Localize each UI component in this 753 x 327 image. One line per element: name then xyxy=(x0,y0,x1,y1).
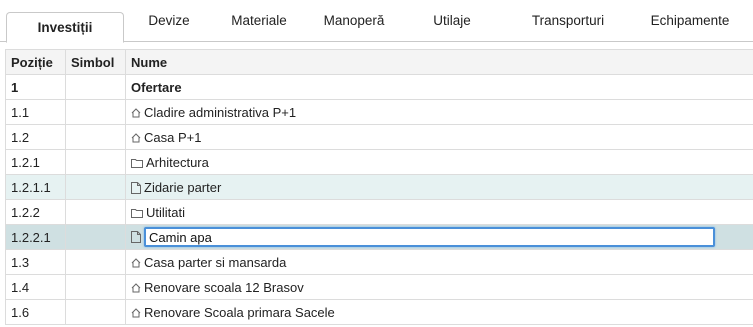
cell-pozitie: 1.2.2.1 xyxy=(5,224,66,250)
cell-pozitie: 1.6 xyxy=(5,299,66,325)
tab-investitii[interactable]: Investiții xyxy=(6,12,124,43)
cell-nume: Renovare scoala 12 Brasov xyxy=(125,274,753,300)
folder-icon xyxy=(131,158,143,169)
investments-table: Poziție Simbol Nume 1 Ofertare 1.1 Cladi… xyxy=(5,49,753,325)
home-icon xyxy=(131,308,141,318)
cell-nume: Utilitati xyxy=(125,199,753,225)
cell-nume: Zidarie parter xyxy=(125,174,753,200)
cell-simbol xyxy=(65,174,126,200)
table-header-row: Poziție Simbol Nume xyxy=(5,49,753,75)
cell-pozitie: 1 xyxy=(5,74,66,100)
table-row[interactable]: 1.2 Casa P+1 xyxy=(5,124,753,150)
home-icon xyxy=(131,133,141,143)
cell-pozitie: 1.2.1 xyxy=(5,149,66,175)
cell-simbol xyxy=(65,299,126,325)
row-name: Utilitati xyxy=(146,204,186,220)
cell-pozitie: 1.4 xyxy=(5,274,66,300)
row-name: Casa P+1 xyxy=(144,129,202,145)
table-row[interactable]: 1.2.1 Arhitectura xyxy=(5,149,753,175)
cell-simbol xyxy=(65,224,126,250)
column-header-nume[interactable]: Nume xyxy=(125,49,753,75)
table-row[interactable]: 1 Ofertare xyxy=(5,74,753,100)
row-name: Arhitectura xyxy=(146,154,209,170)
row-name: Renovare Scoala primara Sacele xyxy=(144,304,335,320)
table-row[interactable]: 1.4 Renovare scoala 12 Brasov xyxy=(5,274,753,300)
cell-simbol xyxy=(65,149,126,175)
tab-echipamente[interactable]: Echipamente xyxy=(636,0,744,42)
cell-nume: Cladire administrativa P+1 xyxy=(125,99,753,125)
cell-pozitie: 1.2 xyxy=(5,124,66,150)
cell-simbol xyxy=(65,274,126,300)
row-name: Casa parter si mansarda xyxy=(144,254,287,270)
tab-utilaje[interactable]: Utilaje xyxy=(404,0,500,42)
cell-nume xyxy=(125,224,753,250)
folder-icon xyxy=(131,208,143,219)
cell-pozitie: 1.2.1.1 xyxy=(5,174,66,200)
column-header-pozitie[interactable]: Poziție xyxy=(5,49,66,75)
cell-pozitie: 1.3 xyxy=(5,249,66,275)
table-row[interactable]: 1.6 Renovare Scoala primara Sacele xyxy=(5,299,753,325)
home-icon xyxy=(131,258,141,268)
row-name: Zidarie parter xyxy=(144,179,222,195)
row-name: Renovare scoala 12 Brasov xyxy=(144,279,304,295)
cell-nume: Renovare Scoala primara Sacele xyxy=(125,299,753,325)
table-row[interactable]: 1.2.2 Utilitati xyxy=(5,199,753,225)
table-row[interactable]: 1.1 Cladire administrativa P+1 xyxy=(5,99,753,125)
home-icon xyxy=(131,108,141,118)
column-header-simbol[interactable]: Simbol xyxy=(65,49,126,75)
tab-transporturi[interactable]: Transporturi xyxy=(500,0,636,42)
tab-manopera[interactable]: Manoperă xyxy=(304,0,404,42)
table-row[interactable]: 1.2.1.1 Zidarie parter xyxy=(5,174,753,200)
table-row[interactable]: 1.3 Casa parter si mansarda xyxy=(5,249,753,275)
cell-pozitie: 1.2.2 xyxy=(5,199,66,225)
tab-materiale[interactable]: Materiale xyxy=(214,0,304,42)
cell-nume: Ofertare xyxy=(125,74,753,100)
home-icon xyxy=(131,283,141,293)
cell-nume: Arhitectura xyxy=(125,149,753,175)
name-edit-input[interactable] xyxy=(144,227,715,247)
row-name: Cladire administrativa P+1 xyxy=(144,104,297,120)
cell-nume: Casa P+1 xyxy=(125,124,753,150)
cell-simbol xyxy=(65,249,126,275)
tab-devize[interactable]: Devize xyxy=(124,0,214,42)
file-icon xyxy=(131,182,141,195)
cell-simbol xyxy=(65,124,126,150)
tab-bar: Investiții Devize Materiale Manoperă Uti… xyxy=(0,0,753,43)
cell-nume: Casa parter si mansarda xyxy=(125,249,753,275)
row-name: Ofertare xyxy=(131,79,182,95)
cell-simbol xyxy=(65,99,126,125)
cell-pozitie: 1.1 xyxy=(5,99,66,125)
file-icon xyxy=(131,231,141,243)
table-row-selected[interactable]: 1.2.2.1 xyxy=(5,224,753,250)
cell-simbol xyxy=(65,199,126,225)
cell-simbol xyxy=(65,74,126,100)
